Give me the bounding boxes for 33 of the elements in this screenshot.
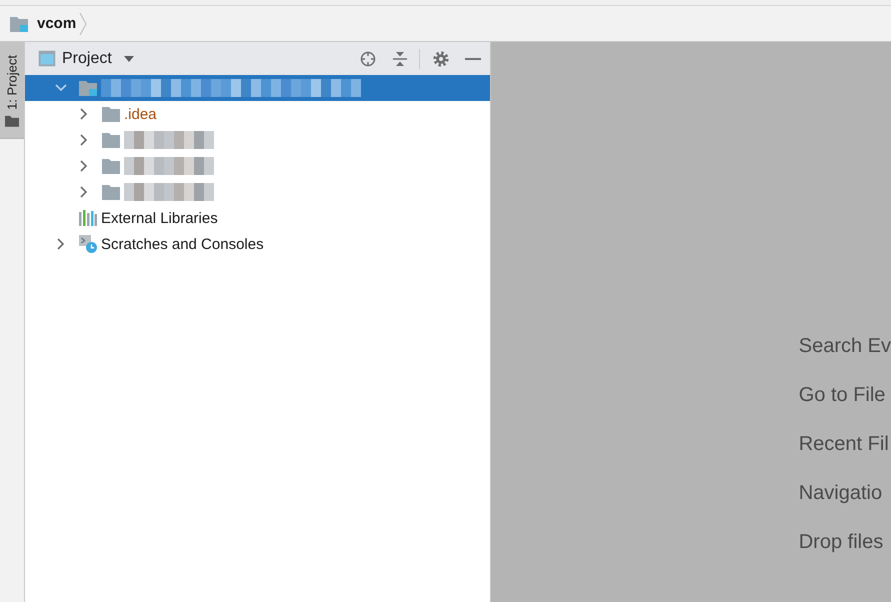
hint-text: Navigatio [798,481,884,506]
chevron-right-icon[interactable] [80,186,88,198]
chevron-right-icon[interactable] [80,108,88,120]
collapse-all-icon[interactable] [392,50,408,66]
library-bars-icon [79,210,97,226]
breadcrumb-separator-icon [79,12,88,36]
folder-icon [102,184,120,200]
scratch-clock-icon [79,235,97,253]
module-folder-icon [79,80,97,96]
project-tool-tab[interactable]: 1: Project [0,42,24,139]
hint-text: Recent Fil [798,432,890,457]
folder-icon [102,158,120,174]
tree-item[interactable]: Scratches and Consoles [25,231,490,257]
tree-item[interactable] [25,75,490,101]
window-icon [38,50,56,67]
tree-item[interactable]: External Libraries [25,205,490,231]
caret-icon [124,56,134,62]
folder-icon [102,106,120,122]
hint-text: Go to File [798,383,886,408]
chevron-right-icon[interactable] [80,134,88,146]
folder-icon [5,114,19,127]
chevron-down-icon[interactable] [55,84,67,92]
settings-icon[interactable] [432,50,449,66]
chevron-right-icon[interactable] [57,238,65,250]
folder-icon [102,132,120,148]
crosshair-icon[interactable] [360,50,376,66]
breadcrumb[interactable]: vcom [37,15,76,32]
hint-text: Search Ev [798,334,891,359]
chevron-right-icon[interactable] [80,160,88,172]
project-view-dropdown[interactable]: Project [38,50,134,68]
module-folder-icon [10,16,28,32]
tree-item[interactable]: .idea [25,101,490,127]
hint-text: Drop files [798,530,884,555]
